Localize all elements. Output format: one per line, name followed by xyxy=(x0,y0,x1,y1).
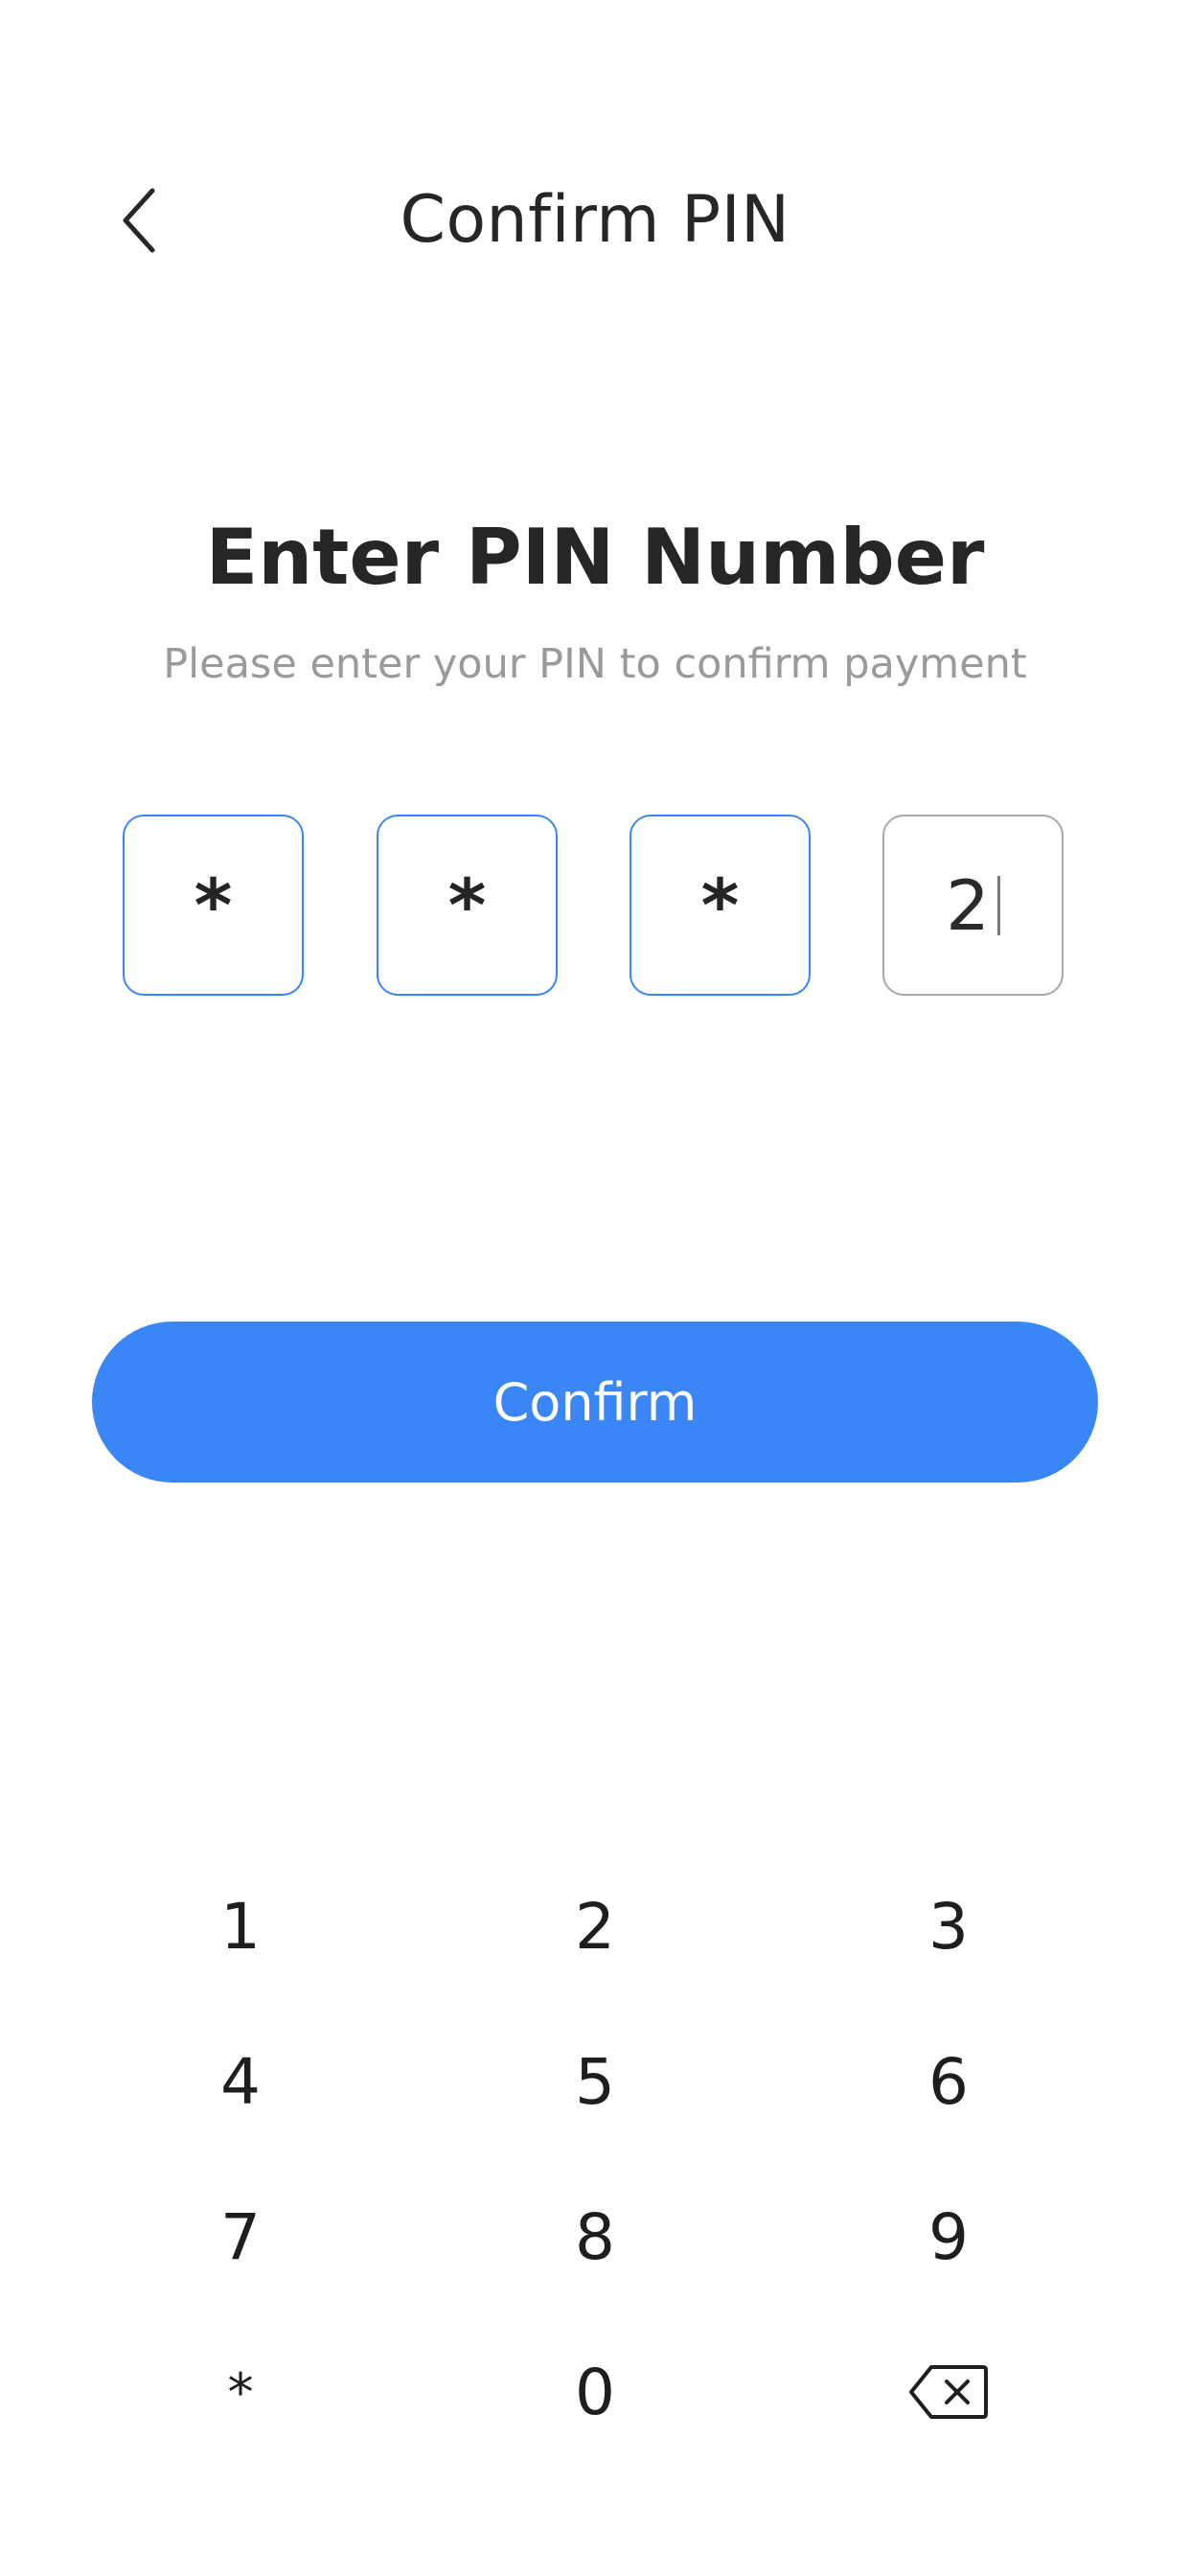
key-0[interactable]: 0 xyxy=(480,2325,710,2459)
backspace-icon xyxy=(909,2365,988,2419)
pin-digit-3[interactable]: * xyxy=(629,815,811,996)
pin-heading: Enter PIN Number xyxy=(205,513,985,602)
key-1[interactable]: 1 xyxy=(126,1859,355,1993)
pin-input-group[interactable]: * * * 2 xyxy=(123,815,1067,1000)
pin-digit-3-value: * xyxy=(700,862,740,948)
page-title: Confirm PIN xyxy=(400,182,790,258)
key-7[interactable]: 7 xyxy=(126,2170,355,2304)
pin-digit-4-value: 2 xyxy=(946,864,990,946)
numeric-keypad: 1 2 3 4 5 6 7 8 9 * 0 xyxy=(0,1859,1190,2482)
key-asterisk[interactable]: * xyxy=(126,2325,355,2459)
key-9[interactable]: 9 xyxy=(834,2170,1064,2304)
key-8[interactable]: 8 xyxy=(480,2170,710,2304)
header: Confirm PIN xyxy=(0,172,1190,268)
pin-digit-2[interactable]: * xyxy=(377,815,558,996)
text-caret xyxy=(996,875,1000,935)
key-4[interactable]: 4 xyxy=(126,2014,355,2149)
key-2[interactable]: 2 xyxy=(480,1859,710,1993)
pin-digit-4[interactable]: 2 xyxy=(882,815,1064,996)
pin-subheading: Please enter your PIN to confirm payment xyxy=(163,640,1027,688)
pin-digit-1[interactable]: * xyxy=(123,815,304,996)
pin-digit-1-value: * xyxy=(194,862,233,948)
confirm-button[interactable]: Confirm xyxy=(92,1322,1098,1483)
key-3[interactable]: 3 xyxy=(834,1859,1064,1993)
backspace-button[interactable] xyxy=(834,2325,1064,2459)
key-6[interactable]: 6 xyxy=(834,2014,1064,2149)
pin-digit-2-value: * xyxy=(447,862,487,948)
key-5[interactable]: 5 xyxy=(480,2014,710,2149)
